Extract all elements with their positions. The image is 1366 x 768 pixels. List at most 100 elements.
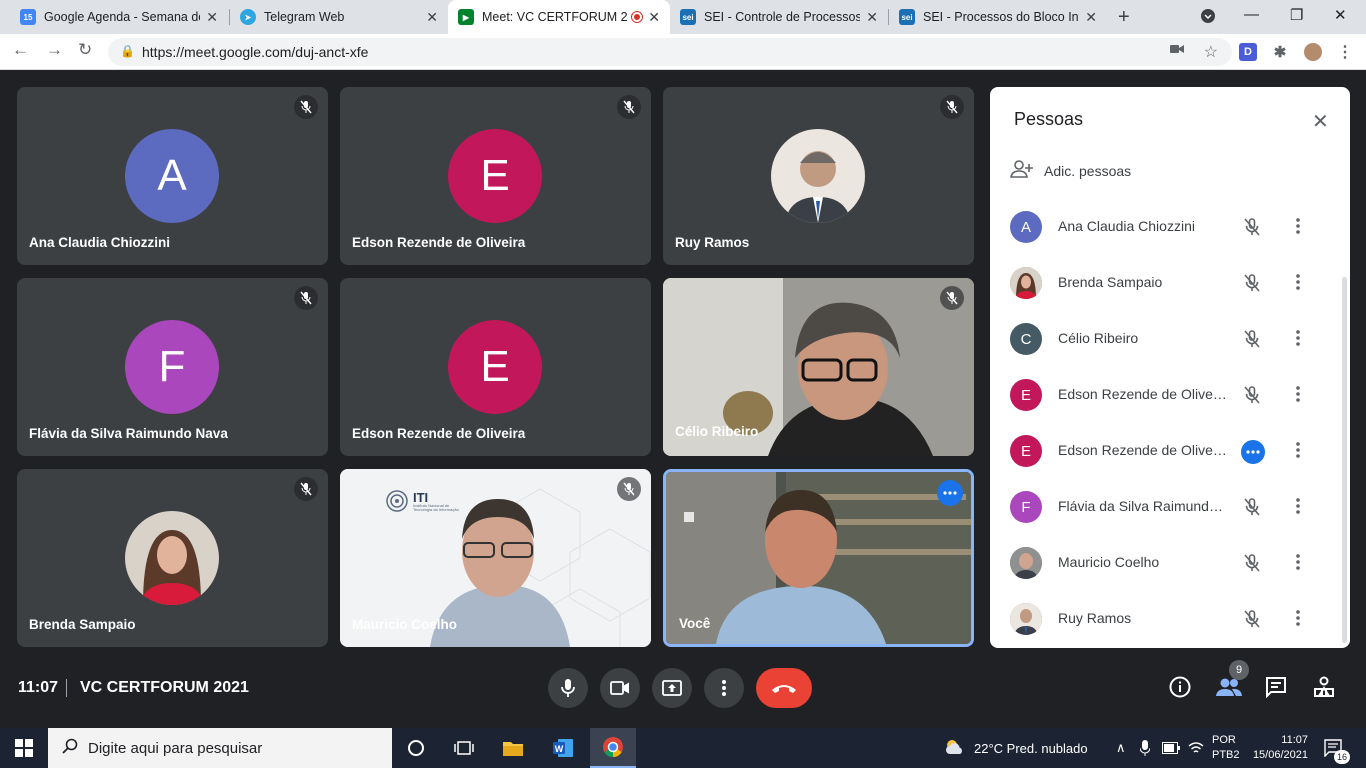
more-options-icon[interactable]: [1296, 273, 1300, 296]
close-icon[interactable]: ✕: [206, 9, 218, 26]
meeting-info-icon[interactable]: [1169, 676, 1191, 703]
mic-off-icon[interactable]: [1242, 273, 1262, 298]
list-item[interactable]: C Célio Ribeiro: [990, 311, 1340, 367]
forward-icon[interactable]: →: [46, 40, 63, 60]
more-options-icon[interactable]: [937, 480, 963, 506]
reload-icon[interactable]: ↻: [78, 40, 92, 60]
recording-icon: [632, 12, 643, 22]
minimize-icon[interactable]: —: [1244, 6, 1259, 23]
participant-name: Mauricio Coelho: [352, 617, 458, 632]
close-panel-icon[interactable]: ✕: [1312, 109, 1329, 134]
end-call-button[interactable]: [756, 668, 812, 708]
list-item[interactable]: E Edson Rezende de Oliveira: [990, 367, 1340, 423]
participant-tile[interactable]: Célio Ribeiro: [663, 278, 974, 456]
tab-title: SEI - Controle de Processos: [704, 10, 861, 24]
mic-off-icon[interactable]: [1242, 329, 1262, 354]
tab-search-icon[interactable]: [1200, 8, 1216, 28]
tab-sei-controle[interactable]: sei SEI - Controle de Processos ✕: [670, 0, 888, 34]
camera-toggle-button[interactable]: [600, 668, 640, 708]
cortana-icon[interactable]: [400, 728, 432, 768]
self-view-tile[interactable]: Você: [663, 469, 974, 647]
list-item[interactable]: E Edson Rezende de Oliveira: [990, 423, 1340, 479]
list-item[interactable]: A Ana Claudia Chiozzini: [990, 199, 1340, 255]
add-people-button[interactable]: Adic. pessoas: [1010, 160, 1131, 181]
file-explorer-icon[interactable]: [496, 728, 530, 768]
mic-off-icon[interactable]: [1242, 385, 1262, 410]
url-text[interactable]: https://meet.google.com/duj-anct-xfe: [142, 44, 368, 60]
mic-off-icon[interactable]: [1242, 609, 1262, 634]
close-icon[interactable]: ✕: [426, 9, 438, 26]
extension-d-icon[interactable]: D: [1239, 43, 1257, 61]
chrome-taskbar-icon[interactable]: [590, 728, 636, 768]
mic-off-icon[interactable]: [1242, 553, 1262, 578]
camera-icon[interactable]: [1170, 43, 1184, 58]
chat-icon[interactable]: [1265, 676, 1287, 703]
address-bar[interactable]: 🔒 https://meet.google.com/duj-anct-xfe ☆: [108, 38, 1232, 66]
profile-avatar[interactable]: [1304, 43, 1322, 61]
tab-telegram[interactable]: ➤ Telegram Web ✕: [230, 0, 448, 34]
more-options-icon[interactable]: [1296, 553, 1300, 576]
participant-tile[interactable]: ITI Instituto Nacional de Tecnologia da …: [340, 469, 651, 647]
tray-chevron-icon[interactable]: ∧: [1116, 728, 1126, 768]
people-icon[interactable]: [1216, 678, 1242, 701]
participant-tile[interactable]: Brenda Sampaio: [17, 469, 328, 647]
tray-mic-icon[interactable]: [1140, 728, 1150, 768]
window-close-icon[interactable]: ✕: [1334, 6, 1347, 24]
taskbar-search-box[interactable]: Digite aqui para pesquisar: [48, 728, 392, 768]
people-scrollbar[interactable]: [1342, 277, 1347, 643]
meeting-controls-bar: 11:07 VC CERTFORUM 2021 9: [0, 648, 1366, 728]
participant-tile[interactable]: A Ana Claudia Chiozzini: [17, 87, 328, 265]
close-icon[interactable]: ✕: [648, 9, 660, 26]
tab-meet[interactable]: ▶ Meet: VC CERTFORUM 20 ✕: [448, 0, 670, 34]
windows-start-icon[interactable]: [0, 728, 48, 768]
more-options-icon[interactable]: [1296, 385, 1300, 408]
close-icon[interactable]: ✕: [1085, 9, 1097, 26]
battery-icon[interactable]: [1162, 728, 1180, 768]
maximize-icon[interactable]: ❐: [1290, 6, 1303, 24]
tab-title: Google Agenda - Semana de: [44, 10, 201, 24]
present-screen-button[interactable]: [652, 668, 692, 708]
back-icon[interactable]: ←: [12, 40, 29, 60]
more-options-icon[interactable]: [1296, 217, 1300, 240]
close-icon[interactable]: ✕: [866, 9, 878, 26]
system-clock[interactable]: 11:07 15/06/2021: [1248, 733, 1308, 763]
input-language[interactable]: POR PTB2: [1212, 733, 1240, 763]
list-item[interactable]: F Flávia da Silva Raimundo ...: [990, 479, 1340, 535]
notifications-icon[interactable]: 16: [1324, 728, 1350, 768]
participant-tile[interactable]: E Edson Rezende de Oliveira: [340, 278, 651, 456]
mic-off-icon[interactable]: [1242, 217, 1262, 242]
tab-google-agenda[interactable]: 15 Google Agenda - Semana de ✕: [10, 0, 228, 34]
person-name: Flávia da Silva Raimundo ...: [1058, 498, 1228, 514]
word-icon[interactable]: W: [546, 728, 580, 768]
mic-toggle-button[interactable]: [548, 668, 588, 708]
more-options-icon[interactable]: [1296, 441, 1300, 464]
people-panel: Pessoas ✕ Adic. pessoas A Ana Claudia Ch…: [990, 87, 1350, 648]
speaking-indicator-icon: [1241, 440, 1265, 464]
more-options-icon[interactable]: [1296, 497, 1300, 520]
bookmark-star-icon[interactable]: ☆: [1204, 42, 1218, 62]
avatar: F: [1010, 491, 1042, 523]
language-code: POR: [1212, 734, 1236, 746]
participant-tile[interactable]: F Flávia da Silva Raimundo Nava: [17, 278, 328, 456]
new-tab-button[interactable]: +: [1118, 6, 1130, 29]
tab-sei-bloco[interactable]: sei SEI - Processos do Bloco Inte ✕: [889, 0, 1107, 34]
weather-widget[interactable]: 22°C Pred. nublado: [944, 728, 1088, 768]
more-options-button[interactable]: [704, 668, 744, 708]
clock-date: 15/06/2021: [1252, 749, 1308, 761]
list-item[interactable]: Ruy Ramos: [990, 591, 1340, 647]
list-item[interactable]: Mauricio Coelho: [990, 535, 1340, 591]
mic-off-icon[interactable]: [1242, 497, 1262, 522]
participant-tile[interactable]: Ruy Ramos: [663, 87, 974, 265]
more-options-icon[interactable]: [1296, 609, 1300, 632]
browser-menu-icon[interactable]: ⋮: [1336, 43, 1354, 61]
list-item[interactable]: Brenda Sampaio: [990, 255, 1340, 311]
lock-icon: 🔒: [120, 44, 135, 58]
more-options-icon[interactable]: [1296, 329, 1300, 352]
wifi-icon[interactable]: [1188, 728, 1204, 768]
clock-time: 11:07: [1281, 734, 1308, 746]
extensions-puzzle-icon[interactable]: ✱: [1271, 43, 1289, 61]
activities-icon[interactable]: [1313, 676, 1335, 703]
task-view-icon[interactable]: [448, 728, 480, 768]
participant-tile[interactable]: E Edson Rezende de Oliveira: [340, 87, 651, 265]
keyboard-layout: PTB2: [1212, 749, 1240, 761]
